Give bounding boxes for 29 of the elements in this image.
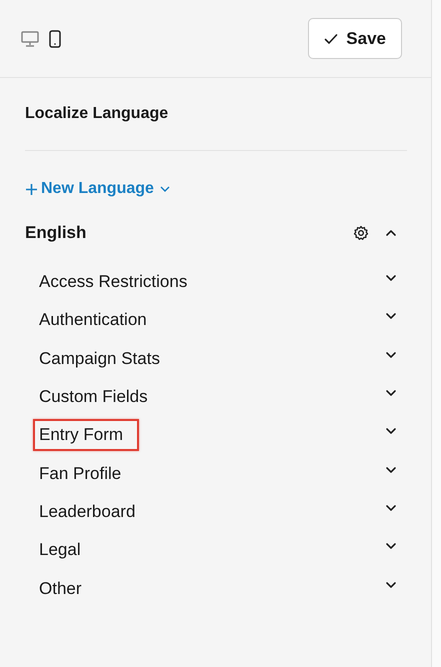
desktop-icon[interactable] bbox=[21, 30, 39, 46]
chevron-icon[interactable] bbox=[385, 464, 397, 475]
settings-icon[interactable] bbox=[353, 225, 369, 241]
save-button[interactable]: Save bbox=[308, 18, 402, 59]
chevron-icon[interactable] bbox=[385, 388, 397, 398]
language-name: English bbox=[25, 223, 86, 243]
section-item[interactable]: Legal bbox=[33, 534, 87, 566]
section-item[interactable]: Campaign Stats bbox=[33, 342, 166, 375]
section-item[interactable]: Leaderboard bbox=[33, 496, 142, 528]
chevron-icon[interactable] bbox=[385, 350, 397, 360]
chevron-icon[interactable] bbox=[385, 580, 397, 590]
plus-icon[interactable] bbox=[25, 182, 38, 196]
section-item[interactable]: Authentication bbox=[33, 304, 153, 336]
section-item[interactable]: Other bbox=[33, 572, 88, 605]
chevron-icon[interactable] bbox=[385, 502, 397, 513]
chevron-icon[interactable] bbox=[385, 228, 397, 238]
caret-icon[interactable] bbox=[160, 185, 170, 193]
check-icon[interactable] bbox=[324, 32, 338, 44]
section-item[interactable]: Custom Fields bbox=[33, 381, 154, 414]
section-item[interactable]: Entry Form bbox=[33, 419, 140, 452]
chevron-icon[interactable] bbox=[385, 273, 397, 284]
section-title: Localize Language bbox=[25, 104, 170, 124]
new-language-link[interactable]: New Language bbox=[25, 180, 407, 198]
chevron-icon[interactable] bbox=[385, 426, 397, 436]
mobile-icon[interactable] bbox=[49, 30, 61, 48]
section-item[interactable]: Access Restrictions bbox=[33, 266, 194, 298]
chevron-icon[interactable] bbox=[385, 311, 397, 322]
section-item[interactable]: Fan Profile bbox=[33, 458, 128, 490]
chevron-icon[interactable] bbox=[385, 541, 397, 552]
